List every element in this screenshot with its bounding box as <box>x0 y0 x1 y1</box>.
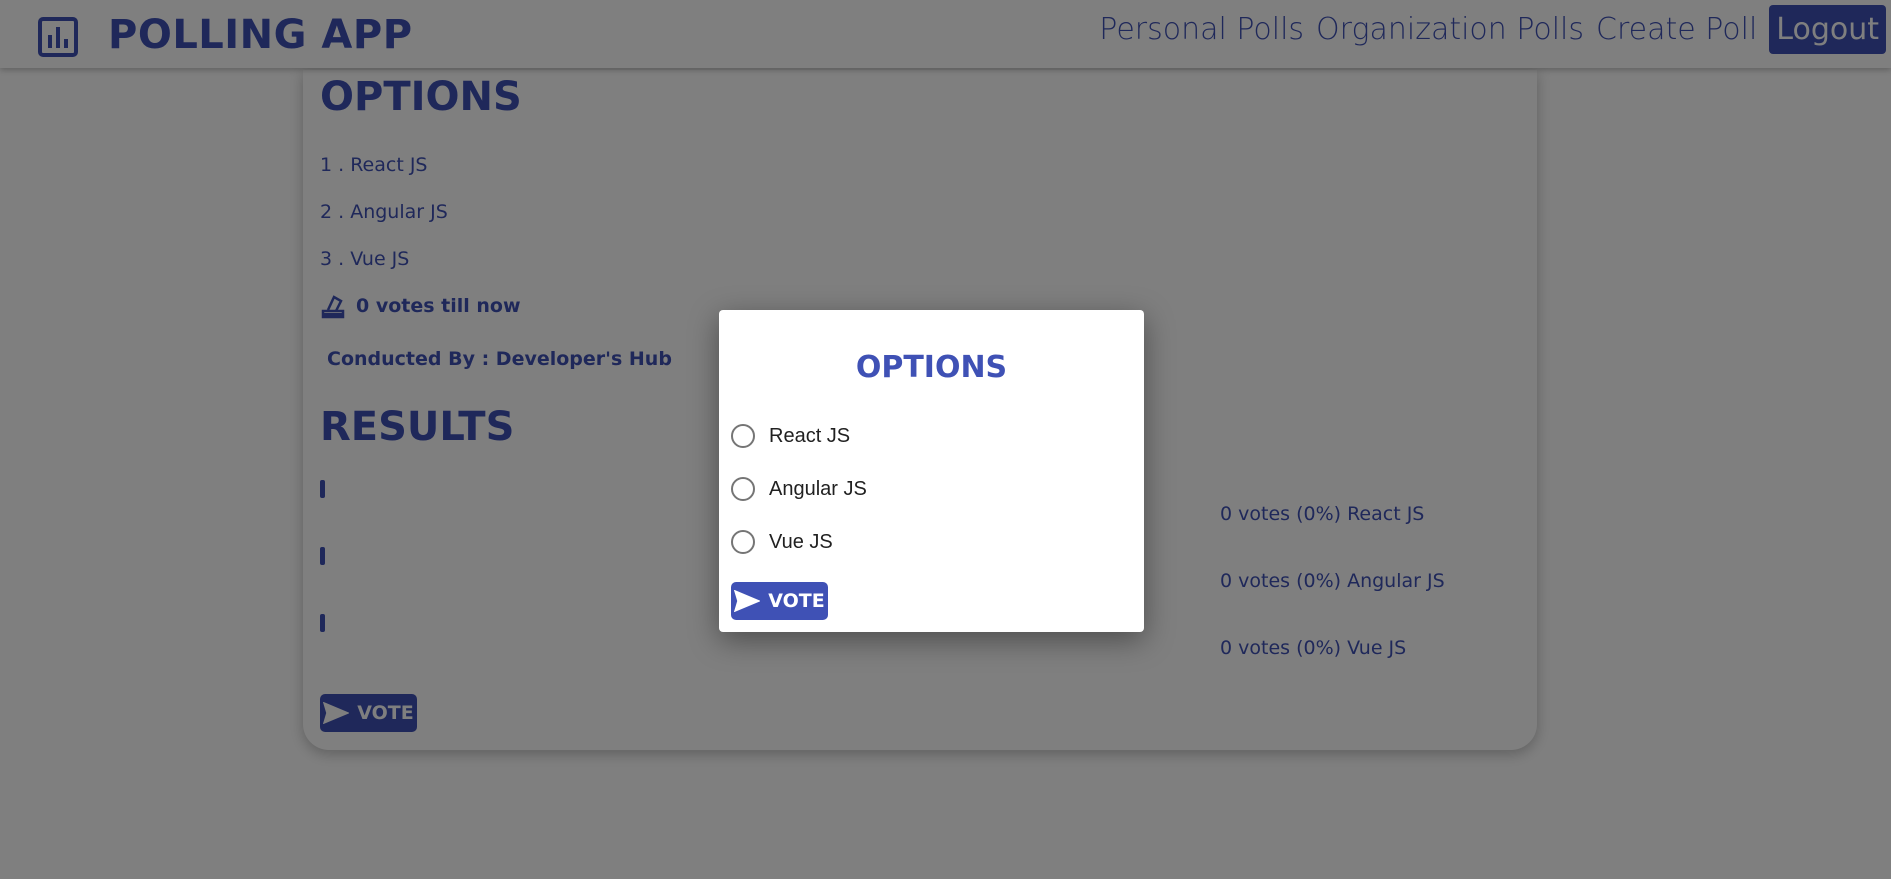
radio-label[interactable]: Angular JS <box>769 478 867 501</box>
radio-button[interactable] <box>731 477 755 501</box>
radio-button[interactable] <box>731 530 755 554</box>
send-icon <box>734 590 761 612</box>
radio-option-angular[interactable]: Angular JS <box>731 477 867 501</box>
radio-button[interactable] <box>731 424 755 448</box>
radio-label[interactable]: React JS <box>769 425 850 448</box>
dialog-title: OPTIONS <box>855 350 1008 385</box>
dialog-vote-button[interactable]: VOTE <box>731 582 828 620</box>
radio-option-react[interactable]: React JS <box>731 424 850 448</box>
dialog-vote-label: VOTE <box>768 590 825 612</box>
page: POLLING APP Personal Polls Organization … <box>0 0 1891 879</box>
radio-label[interactable]: Vue JS <box>769 531 833 554</box>
vote-dialog: OPTIONS React JS Angular JS Vue JS VOTE <box>719 310 1144 632</box>
radio-option-vue[interactable]: Vue JS <box>731 530 833 554</box>
